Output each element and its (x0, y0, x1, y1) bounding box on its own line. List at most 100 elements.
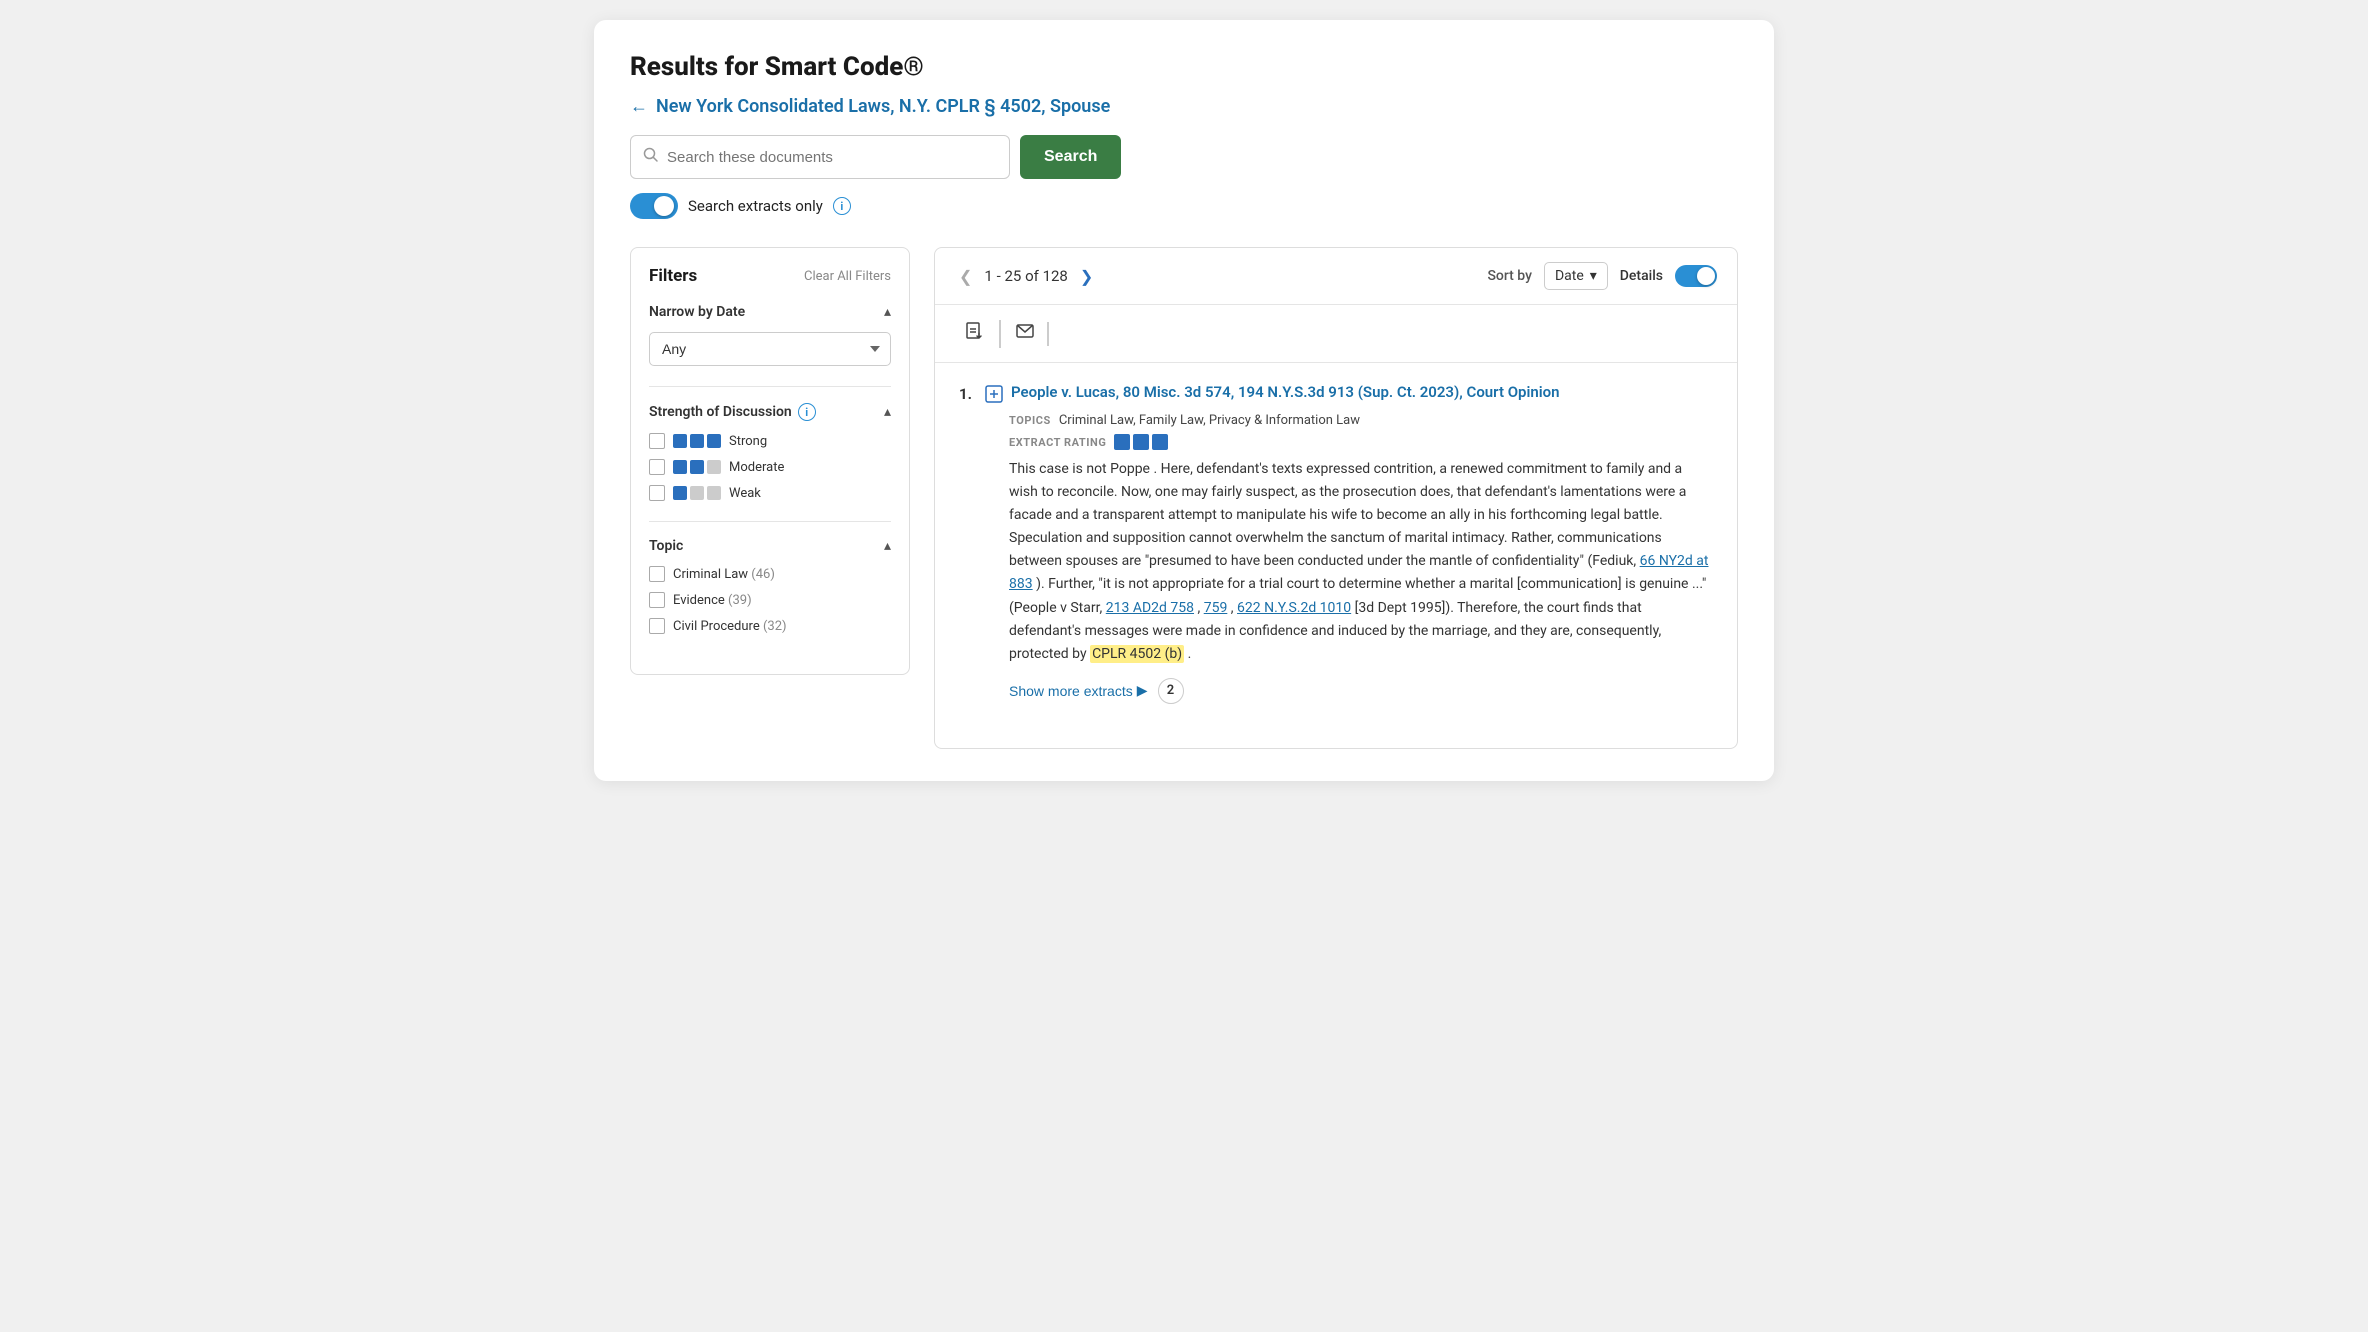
result-link-3[interactable]: 759 (1204, 600, 1228, 616)
show-more-extracts-button[interactable]: Show more extracts ▶ (1009, 682, 1148, 699)
search-input[interactable] (667, 149, 997, 166)
topic-criminal-law: Criminal Law (46) (649, 566, 891, 582)
back-arrow-icon[interactable]: ← (630, 96, 648, 117)
date-filter-header[interactable]: Narrow by Date ▴ (649, 304, 891, 320)
cursor-line (1047, 322, 1049, 346)
bar-3 (707, 486, 721, 500)
details-label: Details (1620, 268, 1663, 284)
rating-bar-2 (1133, 434, 1149, 450)
show-more-row: Show more extracts ▶ 2 (985, 678, 1713, 704)
topic-criminal-checkbox[interactable] (649, 566, 665, 582)
search-extracts-toggle[interactable] (630, 193, 678, 219)
next-page-button[interactable]: ❯ (1076, 265, 1097, 288)
topic-chevron-icon: ▴ (884, 538, 891, 554)
filter-divider-2 (649, 521, 891, 522)
prev-page-button[interactable]: ❮ (955, 265, 976, 288)
result-link-2[interactable]: 213 AD2d 758 (1106, 600, 1194, 616)
bar-3 (707, 434, 721, 448)
topic-civil-procedure: Civil Procedure (32) (649, 618, 891, 634)
strength-weak-label: Weak (729, 486, 761, 501)
details-toggle-thumb (1697, 267, 1715, 285)
result-content: People v. Lucas, 80 Misc. 3d 574, 194 N.… (985, 383, 1713, 704)
bar-2 (690, 486, 704, 500)
show-more-count: 2 (1158, 678, 1184, 704)
strength-weak-bars (673, 486, 721, 500)
strength-chevron-icon: ▴ (884, 404, 891, 420)
results-actions (935, 305, 1737, 363)
bar-1 (673, 434, 687, 448)
show-more-arrow-icon: ▶ (1137, 682, 1148, 699)
filters-panel: Filters Clear All Filters Narrow by Date… (630, 247, 910, 675)
strength-info-icon[interactable]: i (798, 403, 816, 421)
clear-filters-button[interactable]: Clear All Filters (804, 269, 891, 284)
filters-header: Filters Clear All Filters (649, 266, 891, 286)
result-title-link[interactable]: People v. Lucas, 80 Misc. 3d 574, 194 N.… (1011, 383, 1560, 401)
bar-2 (690, 460, 704, 474)
strength-moderate-checkbox[interactable] (649, 459, 665, 475)
sort-row: Sort by Date ▾ Details (1487, 262, 1717, 290)
breadcrumb: ← New York Consolidated Laws, N.Y. CPLR … (630, 96, 1738, 117)
filter-section-strength: Strength of Discussion i ▴ Stro (649, 403, 891, 501)
extract-rating-row: EXTRACT RATING (985, 434, 1713, 450)
bar-1 (673, 486, 687, 500)
results-content: 1. People v. Lucas, 8 (935, 363, 1737, 748)
breadcrumb-link[interactable]: New York Consolidated Laws, N.Y. CPLR § … (656, 96, 1110, 117)
result-header: People v. Lucas, 80 Misc. 3d 574, 194 N.… (985, 383, 1713, 407)
strength-strong-checkbox[interactable] (649, 433, 665, 449)
main-layout: Filters Clear All Filters Narrow by Date… (630, 247, 1738, 749)
toggle-info-icon[interactable]: i (833, 197, 851, 215)
topic-filter-title: Topic (649, 538, 683, 554)
download-button[interactable] (955, 315, 995, 352)
date-chevron-icon: ▴ (884, 304, 891, 320)
topic-civil-label: Civil Procedure (32) (673, 619, 787, 634)
bar-3 (707, 460, 721, 474)
email-button[interactable] (1005, 315, 1045, 352)
strength-moderate-item: Moderate (649, 459, 891, 475)
pagination-info: ❮ 1 - 25 of 128 ❯ (955, 265, 1097, 288)
rating-bar-1 (1114, 434, 1130, 450)
filter-section-topic: Topic ▴ Criminal Law (46) Evidence (39) … (649, 538, 891, 634)
topic-evidence-checkbox[interactable] (649, 592, 665, 608)
search-icon (643, 147, 659, 167)
toggle-label: Search extracts only (688, 197, 823, 215)
results-toolbar: ❮ 1 - 25 of 128 ❯ Sort by Date ▾ (935, 248, 1737, 305)
rating-bars (1114, 434, 1168, 450)
sort-value: Date (1555, 268, 1584, 284)
strength-strong-bars (673, 434, 721, 448)
topic-criminal-label: Criminal Law (46) (673, 567, 775, 582)
topic-civil-checkbox[interactable] (649, 618, 665, 634)
pagination-range: 1 - 25 of 128 (984, 267, 1067, 285)
topic-items: Criminal Law (46) Evidence (39) Civil Pr… (649, 566, 891, 634)
topics-value: Criminal Law, Family Law, Privacy & Info… (1059, 413, 1360, 428)
results-panel: ❮ 1 - 25 of 128 ❯ Sort by Date ▾ (934, 247, 1738, 749)
action-divider (999, 320, 1001, 348)
strength-moderate-bars (673, 460, 721, 474)
filter-divider-1 (649, 386, 891, 387)
result-item-1: 1. People v. Lucas, 8 (959, 383, 1713, 704)
strength-filter-title: Strength of Discussion i (649, 403, 816, 421)
highlighted-citation: CPLR 4502 (b) (1090, 645, 1184, 663)
strength-filter-header[interactable]: Strength of Discussion i ▴ (649, 403, 891, 421)
search-button[interactable]: Search (1020, 135, 1121, 179)
strength-items: Strong Moderate (649, 433, 891, 501)
strength-weak-checkbox[interactable] (649, 485, 665, 501)
date-filter-title: Narrow by Date (649, 304, 745, 320)
show-more-label: Show more extracts (1009, 683, 1133, 699)
topic-evidence-label: Evidence (39) (673, 593, 752, 608)
result-link-4[interactable]: 622 N.Y.S.2d 1010 (1237, 600, 1351, 616)
search-row: Search (630, 135, 1738, 179)
extract-rating-label: EXTRACT RATING (1009, 436, 1106, 449)
strength-weak-item: Weak (649, 485, 891, 501)
toggle-row: Search extracts only i (630, 193, 1738, 219)
details-toggle[interactable] (1675, 265, 1717, 287)
sort-select[interactable]: Date ▾ (1544, 262, 1608, 290)
bar-2 (690, 434, 704, 448)
strength-strong-item: Strong (649, 433, 891, 449)
topic-filter-header[interactable]: Topic ▴ (649, 538, 891, 554)
filter-section-date: Narrow by Date ▴ Any Last year Last 5 ye… (649, 304, 891, 366)
expand-icon[interactable] (985, 385, 1003, 407)
filters-title: Filters (649, 266, 697, 286)
date-select[interactable]: Any Last year Last 5 years Last 10 years (649, 332, 891, 366)
strength-moderate-label: Moderate (729, 460, 784, 475)
sort-by-label: Sort by (1487, 268, 1532, 284)
